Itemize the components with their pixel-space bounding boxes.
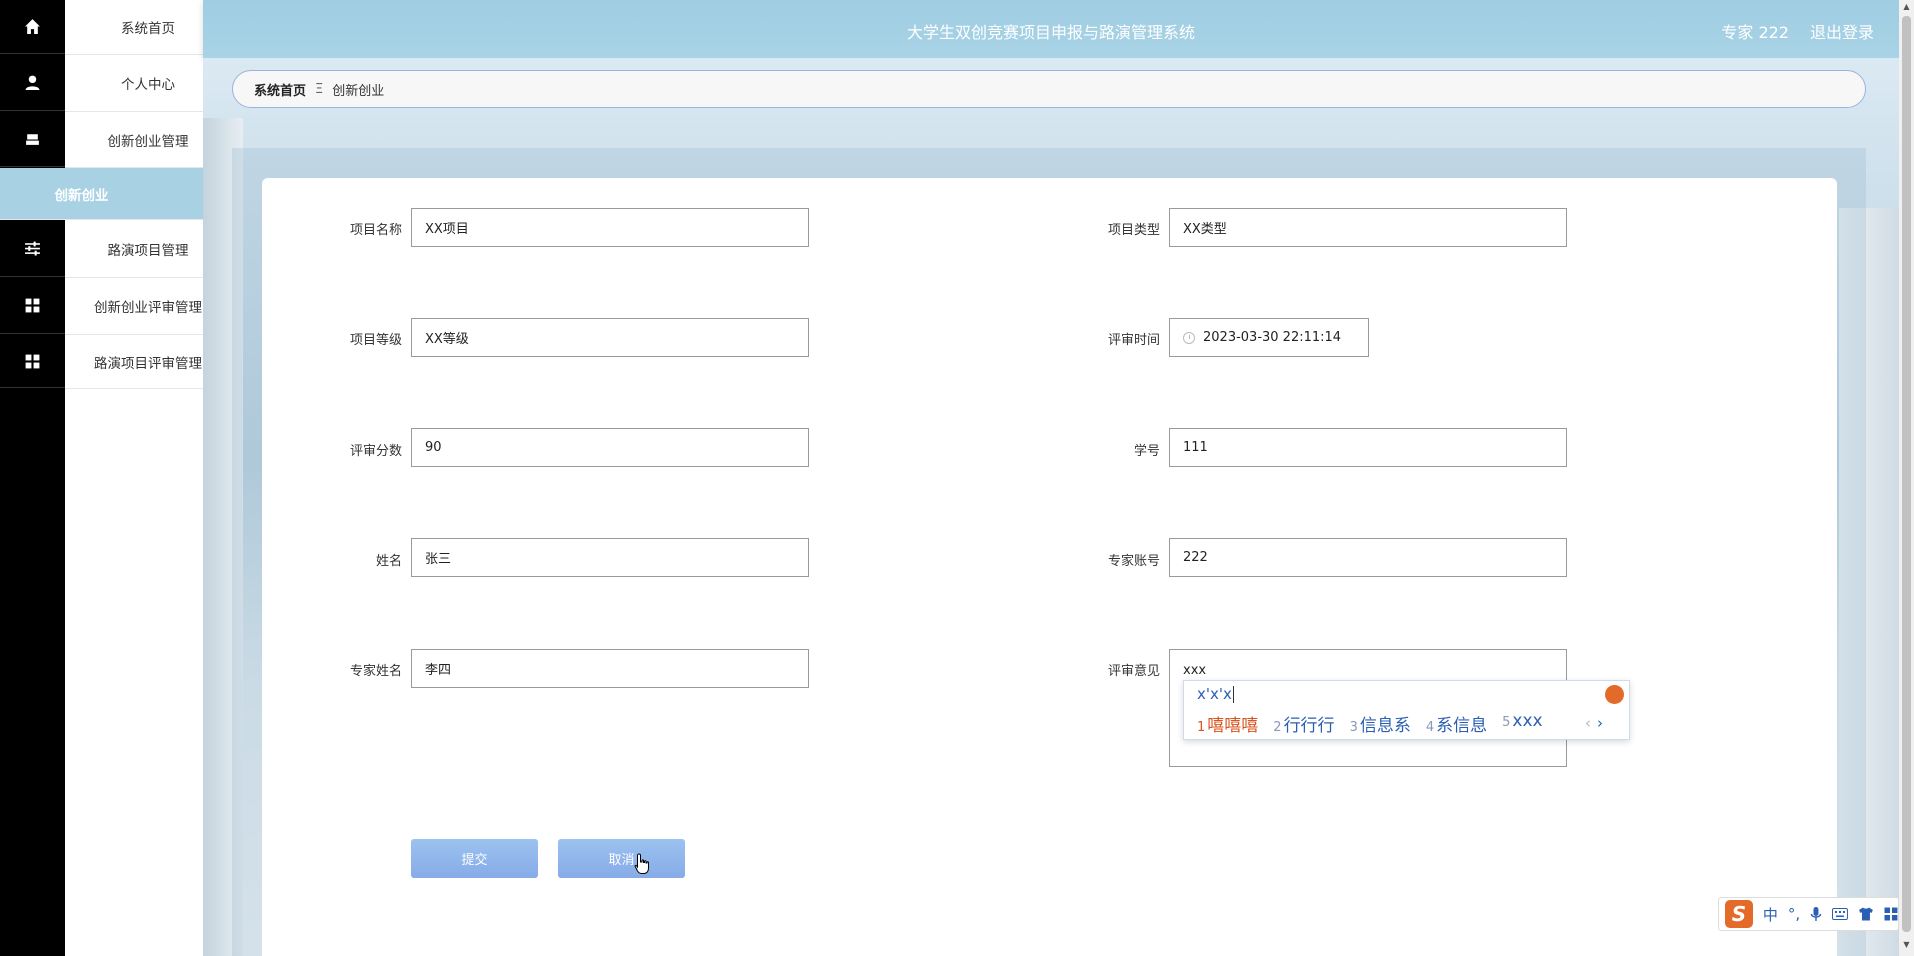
sidebar-item-innovation[interactable]: 创新创业 — [0, 168, 203, 220]
project-name-input[interactable]: XX项目 — [411, 208, 809, 247]
ime-punctuation-toggle[interactable]: °, — [1788, 905, 1800, 923]
user-icon — [25, 75, 40, 90]
sidebar: 系统首页 个人中心 创新创业管理 创新创业 路演项目管理 创新创业评审管理 路演… — [0, 0, 203, 956]
ime-candidate[interactable]: 1 嘻嘻嘻 — [1197, 711, 1258, 736]
grid-icon — [25, 354, 40, 368]
hand-cursor-icon — [634, 853, 649, 874]
name-label: 姓名 — [375, 554, 402, 569]
sidebar-item-roadshow-review[interactable]: 路演项目评审管理 — [65, 335, 203, 389]
system-title: 大学生双创竞赛项目申报与路演管理系统 — [906, 23, 1195, 42]
review-score-label: 评审分数 — [349, 444, 402, 459]
ime-candidate[interactable]: 4 系信息 — [1426, 711, 1487, 736]
submit-button[interactable]: 提交 — [411, 839, 538, 878]
rail-sliders[interactable] — [0, 221, 65, 277]
clock-icon — [1183, 331, 1195, 344]
project-level-input[interactable]: XX等级 — [411, 318, 809, 357]
review-score-input[interactable]: 90 — [411, 428, 809, 467]
ime-prev-button[interactable]: ‹ — [1585, 714, 1591, 732]
scroll-up-icon[interactable]: ▲ — [1902, 2, 1911, 14]
rail-home[interactable] — [0, 0, 65, 54]
microphone-icon[interactable] — [1810, 906, 1822, 922]
sidebar-item-innovation-mgmt[interactable]: 创新创业管理 — [65, 112, 203, 168]
ime-candidate[interactable]: 2 行行行 — [1273, 711, 1334, 736]
toolbox-grid-icon[interactable] — [1884, 907, 1898, 921]
student-id-label: 学号 — [1133, 444, 1160, 459]
ime-next-button[interactable]: › — [1597, 714, 1603, 732]
ime-candidate[interactable]: 3 信息系 — [1350, 711, 1411, 736]
ime-mode-toggle[interactable]: 中 — [1763, 904, 1778, 925]
icon-rail — [0, 0, 65, 956]
scroll-down-icon[interactable]: ▼ — [1902, 940, 1911, 952]
keyboard-icon[interactable] — [1832, 908, 1849, 920]
ime-candidates: 1 嘻嘻嘻 2 行行行 3 信息系 4 系信息 5 xxx — [1197, 711, 1543, 736]
cancel-button[interactable]: 取消 — [558, 839, 685, 878]
breadcrumb-current: 创新创业 — [332, 83, 385, 99]
ime-page-nav: ‹ › — [1585, 714, 1603, 732]
project-level-label: 项目等级 — [349, 333, 402, 348]
rail-grid-1[interactable] — [0, 278, 65, 334]
project-name-label: 项目名称 — [349, 223, 402, 238]
top-bar: 大学生双创竞赛项目申报与路演管理系统 专家 222 退出登录 — [203, 0, 1899, 58]
ime-logo-icon — [1605, 685, 1624, 704]
breadcrumb: 系统首页 Ξ 创新创业 — [232, 70, 1866, 108]
sogou-logo-icon[interactable]: S — [1725, 900, 1753, 928]
name-input[interactable]: 张三 — [411, 538, 809, 577]
review-time-label: 评审时间 — [1107, 333, 1160, 348]
logout-link[interactable]: 退出登录 — [1810, 19, 1874, 43]
expert-account-input[interactable]: 222 — [1169, 538, 1567, 577]
rail-user[interactable] — [0, 55, 65, 111]
review-opinion-label: 评审意见 — [1107, 664, 1160, 679]
skin-shirt-icon[interactable] — [1858, 907, 1874, 921]
ime-candidate-popup: x'x'x 1 嘻嘻嘻 2 行行行 3 信息系 4 系信息 5 xxx ‹ › — [1183, 680, 1630, 740]
rail-folder[interactable] — [0, 112, 65, 167]
ime-candidate[interactable]: 5 xxx — [1502, 711, 1542, 736]
expert-account-label: 专家账号 — [1107, 554, 1160, 569]
scroll-thumb[interactable] — [1902, 16, 1911, 932]
home-icon — [25, 19, 40, 34]
review-time-value: 2023-03-30 22:11:14 — [1203, 330, 1342, 345]
breadcrumb-home[interactable]: 系统首页 — [254, 80, 306, 99]
current-user: 专家 222 — [1721, 23, 1789, 42]
ime-pinyin: x'x'x — [1197, 685, 1232, 703]
vertical-scrollbar[interactable]: ▲ ▼ — [1899, 0, 1914, 956]
sidebar-item-roadshow-mgmt[interactable]: 路演项目管理 — [65, 221, 203, 278]
rail-grid-2[interactable] — [0, 335, 65, 388]
sidebar-item-profile[interactable]: 个人中心 — [65, 55, 203, 112]
sidebar-item-innovation-review[interactable]: 创新创业评审管理 — [65, 278, 203, 335]
review-time-picker[interactable]: 2023-03-30 22:11:14 — [1169, 318, 1369, 357]
breadcrumb-separator: Ξ — [315, 81, 324, 97]
expert-name-label: 专家姓名 — [349, 664, 402, 679]
student-id-input[interactable]: 111 — [1169, 428, 1567, 467]
project-type-label: 项目类型 — [1107, 223, 1160, 238]
project-type-input[interactable]: XX类型 — [1169, 208, 1567, 247]
sidebar-item-home[interactable]: 系统首页 — [65, 0, 203, 55]
sliders-icon — [25, 241, 40, 256]
grid-icon — [25, 298, 40, 313]
folder-icon — [26, 133, 39, 145]
ime-toolbar: S 中 °, — [1718, 897, 1899, 931]
expert-name-input[interactable]: 李四 — [411, 649, 809, 688]
